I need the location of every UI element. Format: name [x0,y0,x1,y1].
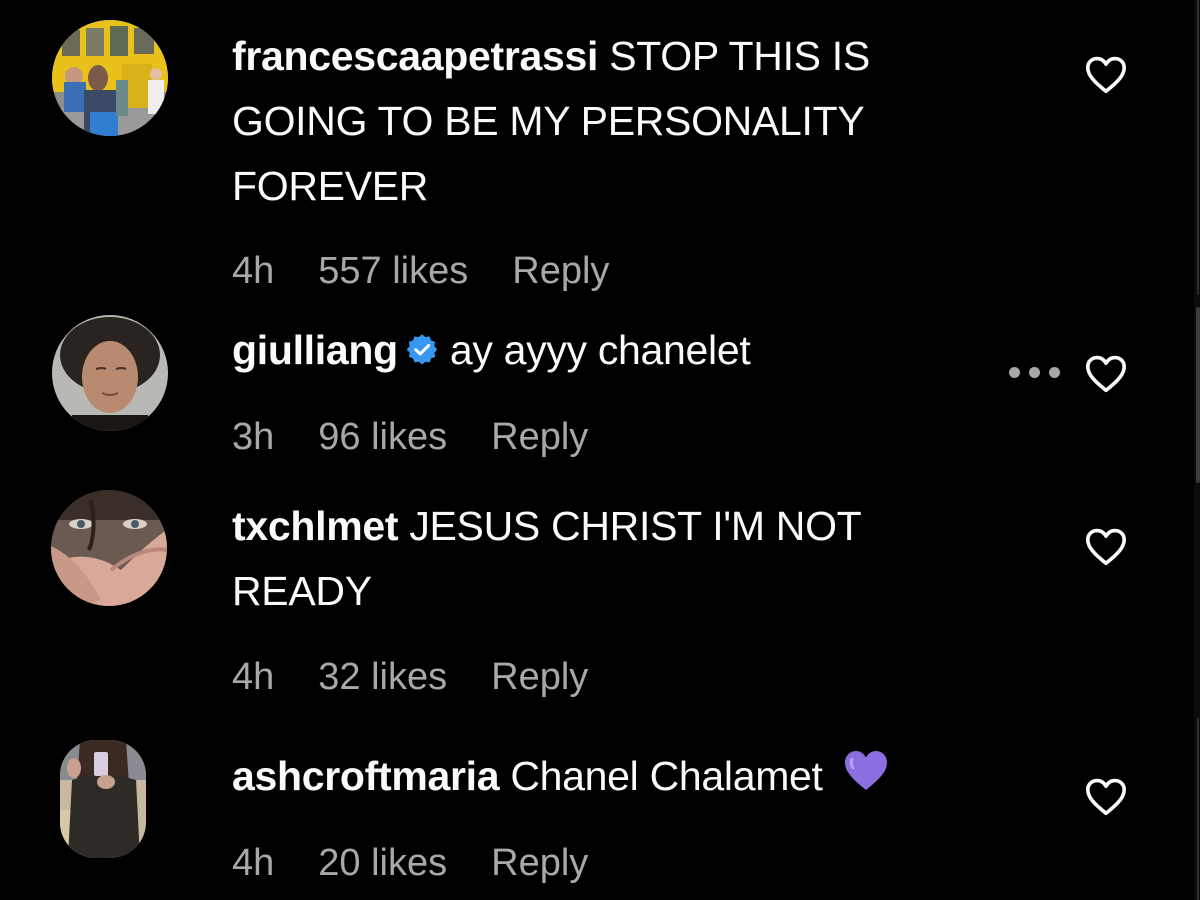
comment-like-count[interactable]: 32 likes [318,656,447,699]
user-avatar[interactable] [52,315,168,431]
heart-outline-icon [1086,778,1126,816]
avatar-image [52,315,168,431]
avatar-image [52,20,168,136]
comment-like-count[interactable]: 557 likes [318,250,468,293]
comment-timestamp: 3h [232,416,275,458]
reply-button[interactable]: Reply [491,656,588,699]
comment-username[interactable]: txchlmet [232,503,399,549]
reply-button[interactable]: Reply [512,250,609,293]
comment-timestamp: 4h [232,842,275,884]
purple-heart-emoji-icon [841,746,891,790]
heart-outline-icon [1086,56,1126,94]
like-button[interactable] [1084,54,1128,94]
comment-item: txchlmet JESUS CHRIST I'M NOT READY 4h 3… [0,480,1180,720]
reply-button[interactable]: Reply [491,416,588,459]
more-options-dot [1029,367,1040,378]
user-avatar[interactable] [60,740,146,858]
comment-username[interactable]: ashcroftmaria [232,753,500,799]
comment-item: giulliang ay ayyy chanelet 3h 96 likes R… [0,300,1180,480]
comment-item: ashcroftmaria Chanel Chalamet 4h 20 like… [0,720,1180,900]
avatar-image [51,490,167,606]
user-avatar[interactable] [51,490,167,606]
comment-like-count[interactable]: 20 likes [318,842,447,885]
comment-timestamp: 4h [232,250,275,292]
like-button[interactable] [1084,526,1128,566]
scrollbar-thumb[interactable] [1196,307,1200,483]
user-avatar[interactable] [52,20,168,136]
comment-like-count[interactable]: 96 likes [318,416,447,459]
heart-outline-icon [1086,355,1126,393]
verified-badge-icon [404,322,440,365]
reply-button[interactable]: Reply [491,842,588,885]
more-options-button[interactable] [1009,367,1060,378]
more-options-dot [1049,367,1060,378]
comment-item: francescaapetrassi STOP THIS IS GOING TO… [0,0,1180,300]
heart-outline-icon [1086,528,1126,566]
scrollbar-rail [1197,718,1199,900]
comment-timestamp: 4h [232,656,275,698]
scrollbar-rail [1197,0,1199,295]
like-button[interactable] [1084,776,1128,816]
comment-text: ay ayyy chanelet [449,327,751,373]
comment-text: Chanel Chalamet [510,753,823,799]
more-options-icon [1009,367,1020,378]
comment-username[interactable]: francescaapetrassi [232,33,598,79]
like-button[interactable] [1084,353,1128,393]
comment-username[interactable]: giulliang [232,327,398,373]
avatar-image [60,740,146,858]
